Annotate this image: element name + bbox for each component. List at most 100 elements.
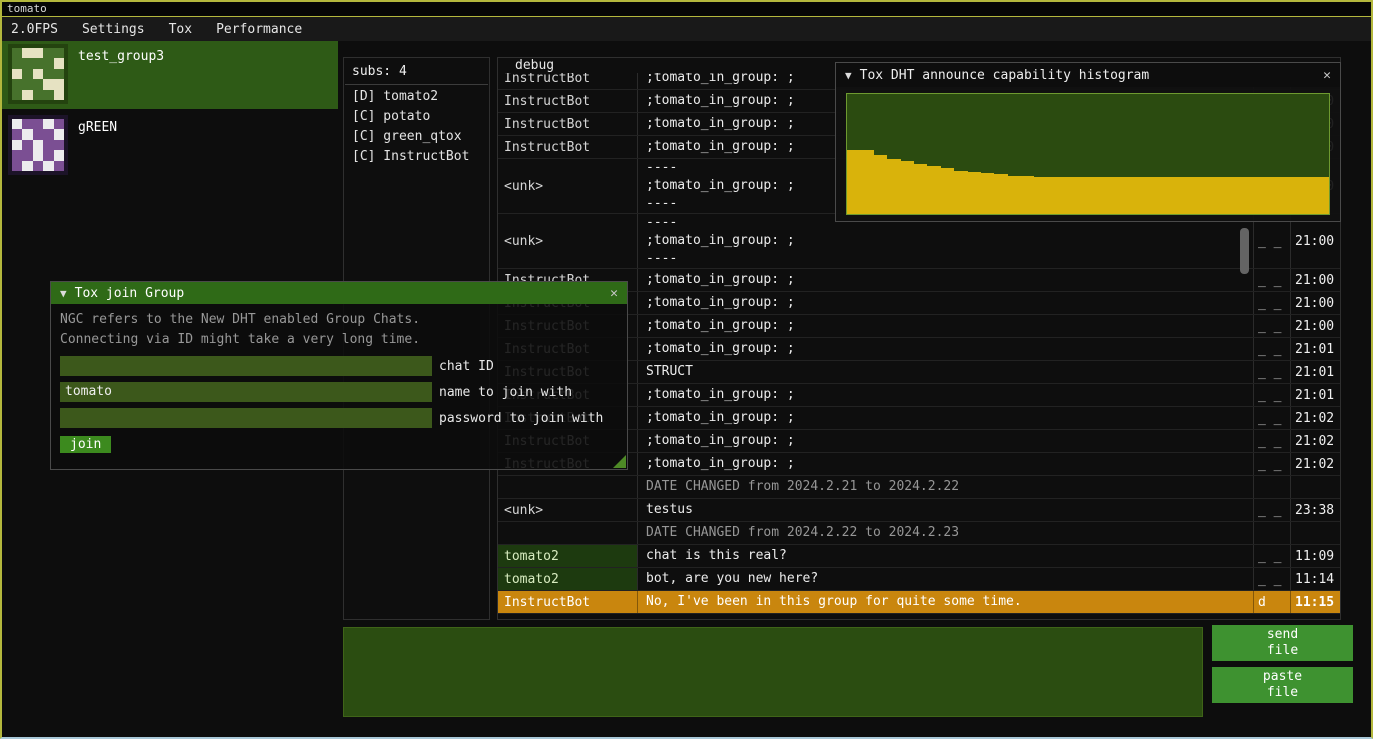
join-window-body: NGC refers to the New DHT enabled Group … <box>51 304 627 459</box>
avatar-pixel <box>12 129 22 139</box>
member-item-green_qtox[interactable]: [C] green_qtox <box>344 127 489 147</box>
menu-tox[interactable]: Tox <box>157 22 204 37</box>
status-cell: _ _ <box>1254 453 1291 475</box>
members-count: subs: 4 <box>344 58 489 84</box>
histogram-bar <box>1249 177 1262 214</box>
sender-cell: InstructBot <box>498 591 638 613</box>
message-line: ;tomato_in_group: ; <box>646 317 1253 335</box>
histogram-bar <box>1128 177 1141 214</box>
histogram-bar <box>1101 177 1114 214</box>
message-cell: DATE CHANGED from 2024.2.22 to 2024.2.23 <box>638 522 1254 544</box>
message-input[interactable] <box>343 627 1203 717</box>
sender-cell <box>498 476 638 498</box>
avatar-pixel <box>43 161 53 171</box>
status-cell <box>1254 476 1291 498</box>
message-line: testus <box>646 501 1253 519</box>
contact-item-test_group3[interactable]: test_group3 <box>2 41 338 109</box>
sender-cell: <unk> <box>498 499 638 521</box>
histogram-bar <box>887 159 900 214</box>
time-cell: 21:01 <box>1291 361 1340 383</box>
avatar-pixel <box>54 79 64 89</box>
avatar-pixel <box>22 79 32 89</box>
join-group-window: ▼ Tox join Group ✕ NGC refers to the New… <box>50 281 628 470</box>
close-icon[interactable]: ✕ <box>610 286 618 301</box>
chat-message-row[interactable]: <unk>testus_ _23:38 <box>498 499 1340 522</box>
avatar-pixel <box>33 48 43 58</box>
collapse-arrow-icon[interactable]: ▼ <box>60 287 67 300</box>
member-item-potato[interactable]: [C] potato <box>344 107 489 127</box>
chat-scrollbar-thumb[interactable] <box>1240 228 1249 274</box>
message-line: ;tomato_in_group: ; <box>646 340 1253 358</box>
name-to-join-with-input[interactable]: tomato <box>60 382 432 402</box>
avatar-pixel <box>43 90 53 100</box>
date-changed-text: DATE CHANGED from 2024.2.21 to 2024.2.22 <box>646 478 1253 496</box>
join-button[interactable]: join <box>60 436 111 453</box>
window-titlebar: tomato <box>2 2 1371 17</box>
send-file-button[interactable]: send file <box>1212 625 1353 661</box>
time-cell <box>1291 476 1340 498</box>
histogram-bar <box>981 173 994 214</box>
chat-message-row[interactable]: <unk>----;tomato_in_group: ;----_ _21:00 <box>498 214 1340 269</box>
histogram-bar <box>1048 177 1061 214</box>
contact-list: test_group3gREEN <box>2 41 338 180</box>
sender-cell: InstructBot <box>498 73 638 89</box>
time-cell: 21:02 <box>1291 430 1340 452</box>
sender-cell: InstructBot <box>498 136 638 158</box>
separator <box>345 84 488 85</box>
close-icon[interactable]: ✕ <box>1323 68 1331 83</box>
join-field-row: chat ID <box>60 356 618 376</box>
chat-message-row[interactable]: tomato2chat is this real?_ _11:09 <box>498 545 1340 568</box>
time-cell: 11:14 <box>1291 568 1340 590</box>
time-cell: 21:02 <box>1291 407 1340 429</box>
time-cell: 21:00 <box>1291 315 1340 337</box>
paste-file-button[interactable]: paste file <box>1212 667 1353 703</box>
collapse-arrow-icon[interactable]: ▼ <box>845 69 852 82</box>
avatar-pixel <box>22 129 32 139</box>
menu-performance[interactable]: Performance <box>204 22 314 37</box>
message-cell: ;tomato_in_group: ; <box>638 453 1254 475</box>
tab-debug[interactable]: debug <box>515 58 554 73</box>
avatar-pixel <box>43 119 53 129</box>
menu-settings[interactable]: Settings <box>70 22 157 37</box>
field-label: chat ID <box>439 359 494 374</box>
histogram-bar <box>874 155 887 214</box>
status-cell: _ _ <box>1254 430 1291 452</box>
chat-message-row[interactable]: tomato2bot, are you new here?_ _11:14 <box>498 568 1340 591</box>
histogram-bar <box>1168 177 1181 214</box>
message-line: bot, are you new here? <box>646 570 1253 588</box>
message-line: chat is this real? <box>646 547 1253 565</box>
histogram-bar <box>1262 177 1275 214</box>
avatar-pixel <box>54 90 64 100</box>
message-cell: STRUCT <box>638 361 1254 383</box>
avatar-pixel <box>33 140 43 150</box>
join-window-title: Tox join Group <box>75 286 185 301</box>
histogram-bar <box>1008 176 1021 214</box>
sender-cell: tomato2 <box>498 545 638 567</box>
chat-ID-input[interactable] <box>60 356 432 376</box>
avatar-pixel <box>33 150 43 160</box>
histogram-bar <box>847 150 860 214</box>
dht-histogram-chart <box>846 93 1330 215</box>
time-cell: 21:02 <box>1291 453 1340 475</box>
resize-grip[interactable] <box>613 455 626 468</box>
member-item-tomato2[interactable]: [D] tomato2 <box>344 87 489 107</box>
status-cell: _ _ <box>1254 269 1291 291</box>
sender-cell <box>498 522 638 544</box>
date-changed-text: DATE CHANGED from 2024.2.22 to 2024.2.23 <box>646 524 1253 542</box>
field-label: password to join with <box>439 411 603 426</box>
avatar-pixel <box>33 79 43 89</box>
message-cell: testus <box>638 499 1254 521</box>
avatar-pixel <box>43 58 53 68</box>
contact-item-gREEN[interactable]: gREEN <box>2 112 338 180</box>
member-item-InstructBot[interactable]: [C] InstructBot <box>344 147 489 167</box>
avatar-pixel <box>12 79 22 89</box>
sender-cell: <unk> <box>498 214 638 268</box>
dht-histogram-window: ▼ Tox DHT announce capability histogram … <box>835 62 1341 222</box>
message-line: No, I've been in this group for quite so… <box>646 593 1253 611</box>
avatar-pixel <box>33 90 43 100</box>
avatar-pixel <box>43 69 53 79</box>
password-to-join-with-input[interactable] <box>60 408 432 428</box>
chat-message-row[interactable]: InstructBot No, I've been in this group f… <box>498 591 1340 614</box>
histogram-bar <box>860 150 873 214</box>
avatar-pixel <box>12 90 22 100</box>
